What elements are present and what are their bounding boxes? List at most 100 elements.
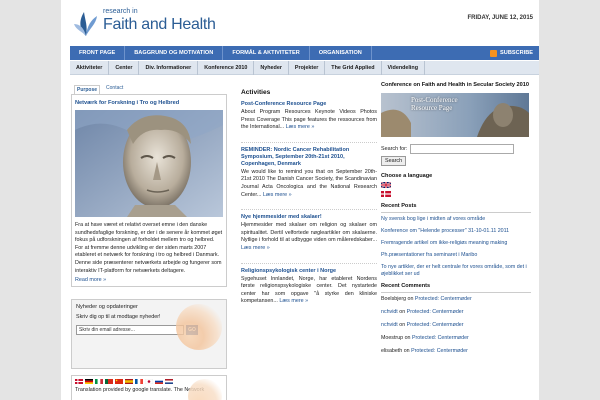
comment-author: Moestrup — [381, 335, 404, 342]
logo-tagline: research in — [103, 8, 138, 15]
nav-projekter[interactable]: Projekter — [289, 60, 326, 75]
post-item: Nye hjemmesider med skalaer! Hjemmesider… — [241, 214, 377, 252]
nav-nyheder[interactable]: Nyheder — [254, 60, 289, 75]
statue-image — [75, 110, 223, 217]
recent-post-link[interactable]: Konference om "Helende processer" 31-10-… — [381, 228, 531, 235]
nav-center[interactable]: Center — [109, 60, 140, 75]
post-excerpt: We would like to remind you that on Sept… — [241, 168, 377, 198]
divider — [241, 262, 377, 264]
read-more-link[interactable]: Læs mere » — [241, 245, 270, 251]
recent-comments-heading: Recent Comments — [381, 283, 431, 290]
comment-item: elisabeth on Protected: Centermøder — [381, 348, 468, 355]
nav-organisation[interactable]: ORGANISATION — [310, 46, 372, 60]
search-input[interactable] — [410, 144, 515, 155]
recent-post-link[interactable]: Ny svensk bog lige i midten af vores omr… — [381, 216, 531, 223]
nav-videndeling[interactable]: Videndeling — [382, 60, 425, 75]
tab-purpose[interactable]: Purpose — [74, 85, 101, 94]
primary-nav: FRONT PAGE BAGGRUND OG MOTIVATION FORMÅL… — [70, 46, 539, 60]
comment-author: elisabeth — [381, 348, 403, 355]
comment-author: Boelsbjerg — [381, 296, 407, 303]
flag-denmark-icon[interactable] — [381, 191, 391, 198]
read-more-link[interactable]: Læs mere » — [286, 124, 315, 130]
recent-posts-list: Ny svensk bog lige i midten af vores omr… — [381, 216, 531, 278]
read-more-link[interactable]: Read more » — [75, 277, 223, 283]
divider — [241, 209, 377, 211]
left-column: Purpose Contact Netværk for Forskning i … — [71, 85, 227, 400]
rss-icon — [490, 49, 498, 57]
divider — [381, 292, 531, 294]
rss-watermark-icon — [176, 304, 222, 351]
nav-formaal[interactable]: FORMÅL & AKTIVITETER — [223, 46, 310, 60]
recent-post-link[interactable]: Ph.præsentationer fra seminaret i Maribo — [381, 252, 531, 259]
purpose-tabs: Purpose Contact — [71, 85, 227, 94]
subscribe-link[interactable]: SUBSCRIBE — [490, 49, 539, 57]
nav-div-informationer[interactable]: Div. Informationer — [139, 60, 199, 75]
conference-banner[interactable]: Post-Conference Resource Page — [381, 93, 529, 138]
newsletter-email-input[interactable]: Skriv din email adresse... — [76, 325, 184, 336]
post-title[interactable]: Nye hjemmesider med skalaer! — [241, 214, 377, 221]
divider — [381, 212, 531, 214]
translation-box: Translation provided by google translate… — [71, 375, 227, 400]
flag-italy-icon[interactable] — [95, 379, 103, 385]
language-heading: Choose a language — [381, 173, 433, 180]
nav-front-page[interactable]: FRONT PAGE — [70, 46, 126, 60]
read-more-link[interactable]: Læs mere » — [279, 298, 308, 304]
newsletter-box: Nyheder og opdateringer Skriv dig op til… — [71, 299, 227, 370]
flag-france-icon[interactable] — [135, 379, 143, 385]
flag-netherlands-icon[interactable] — [165, 379, 173, 385]
recent-post-link[interactable]: Fremragende artikel om ikke-religiøs mea… — [381, 240, 531, 247]
comment-item: Boelsbjerg on Protected: Centermøder — [381, 296, 472, 303]
tab-contact[interactable]: Contact — [106, 85, 123, 94]
flag-portugal-icon[interactable] — [105, 379, 113, 385]
flag-denmark-icon[interactable] — [75, 379, 83, 385]
recent-post-link[interactable]: To nye artikler, der er helt centrale fo… — [381, 264, 531, 278]
post-excerpt: Hjemmesider med skalaer om religion og s… — [241, 222, 377, 251]
subscribe-label: SUBSCRIBE — [500, 50, 533, 56]
post-item: Post-Conference Resource Page About Prog… — [241, 101, 377, 132]
comment-link[interactable]: Protected: Centermøder — [412, 335, 469, 341]
flag-russia-icon[interactable] — [155, 379, 163, 385]
banner-caption: Post-Conference Resource Page — [411, 96, 458, 113]
read-more-link[interactable]: Læs mere » — [263, 192, 292, 198]
comment-item: nchvidt on Protected: Centermøder — [381, 309, 464, 316]
post-title[interactable]: Post-Conference Resource Page — [241, 101, 377, 108]
flag-germany-icon[interactable] — [85, 379, 93, 385]
flag-china-icon[interactable] — [115, 379, 123, 385]
post-title[interactable]: Religionspsykologisk center i Norge — [241, 268, 377, 275]
logo-title[interactable]: Faith and Health — [103, 16, 216, 34]
nav-baggrund[interactable]: BAGGRUND OG MOTIVATION — [125, 46, 224, 60]
flag-japan-icon[interactable] — [145, 379, 153, 385]
activities-column: Activities Post-Conference Resource Page… — [241, 89, 377, 316]
comment-item: Moestrup on Protected: Centermøder — [381, 335, 469, 342]
flag-spain-icon[interactable] — [125, 379, 133, 385]
post-excerpt: About Program Resources Keynote Videos P… — [241, 109, 377, 131]
nav-grid-applied[interactable]: The Grid Applied — [325, 60, 382, 75]
post-title[interactable]: REMINDER: Nordic Cancer Rehabilitation S… — [241, 147, 377, 168]
recent-comments-list: Boelsbjerg on Protected: Centermøder nch… — [381, 296, 531, 354]
comment-author[interactable]: nchvidt — [381, 322, 398, 328]
conference-title: Conference on Faith and Health in Secula… — [381, 82, 529, 88]
search-button[interactable]: Search — [381, 156, 407, 167]
site-header: research in Faith and Health FRIDAY, JUN… — [61, 0, 539, 44]
post-item: REMINDER: Nordic Cancer Rehabilitation S… — [241, 147, 377, 199]
search-label: Search for: — [381, 146, 408, 153]
nav-konference-2010[interactable]: Konference 2010 — [198, 60, 255, 75]
comment-author[interactable]: nchvidt — [381, 309, 398, 315]
comment-link[interactable]: Protected: Centermøder — [407, 309, 464, 315]
activities-title: Activities — [241, 89, 271, 96]
search-row: Search for: — [381, 144, 531, 155]
post-item: Religionspsykologisk center i Norge Syge… — [241, 268, 377, 306]
comment-item: nchvidt on Protected: Centermøder — [381, 322, 464, 329]
recent-posts-heading: Recent Posts — [381, 203, 417, 210]
leaf-logo-icon[interactable] — [74, 8, 98, 38]
purpose-text: Fra at have været et relativt overset em… — [75, 222, 223, 274]
page: research in Faith and Health FRIDAY, JUN… — [61, 0, 539, 400]
comment-link[interactable]: Protected: Centermøder — [407, 322, 464, 328]
sidebar: Conference on Faith and Health in Secula… — [381, 82, 531, 361]
comment-link[interactable]: Protected: Centermøder — [411, 348, 468, 354]
purpose-title: Netværk for Forskning i Tro og Helbred — [75, 100, 180, 106]
nav-aktiviteter[interactable]: Aktiviteter — [70, 60, 110, 75]
flag-uk-icon[interactable] — [381, 182, 391, 189]
comment-link[interactable]: Protected: Centermøder — [415, 296, 472, 302]
current-date: FRIDAY, JUNE 12, 2015 — [467, 15, 533, 21]
